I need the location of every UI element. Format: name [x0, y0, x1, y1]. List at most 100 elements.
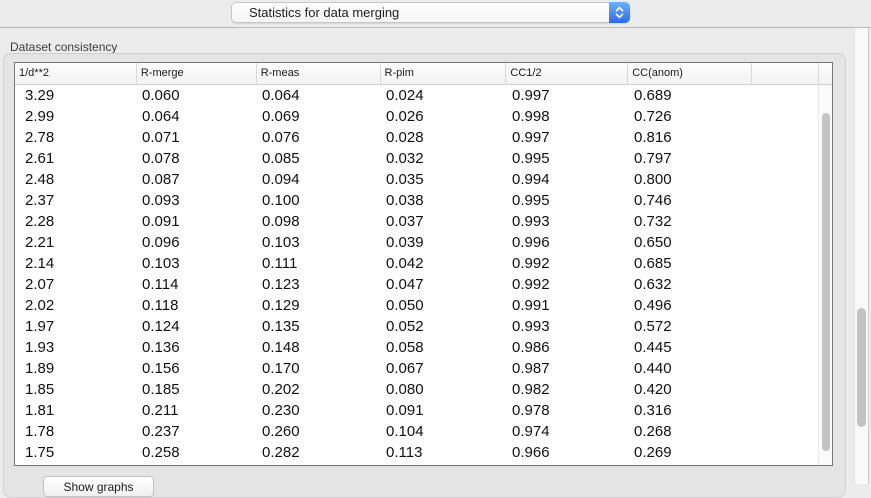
table-row[interactable]: 1.750.2580.2820.1130.9660.269	[15, 442, 818, 463]
table-row[interactable]: 2.610.0780.0850.0320.9950.797	[15, 148, 818, 169]
window-scrollbar-track[interactable]	[854, 28, 869, 484]
view-selector-dropdown[interactable]: Statistics for data merging	[231, 2, 630, 23]
table-cell: 0.047	[380, 274, 506, 295]
column-header[interactable]: CC1/2	[505, 63, 627, 85]
table-cell: 0.991	[506, 295, 628, 316]
table-cell: 0.978	[506, 400, 628, 421]
table-cell: 0.800	[628, 169, 752, 190]
table-cell: 0.995	[506, 148, 628, 169]
table-cell: 0.237	[136, 421, 256, 442]
table-cell: 2.07	[15, 274, 136, 295]
column-header[interactable]: R-merge	[136, 63, 256, 85]
table-cell: 2.61	[15, 148, 136, 169]
table-cell: 0.038	[380, 190, 506, 211]
table-row[interactable]: 1.890.1560.1700.0670.9870.440	[15, 358, 818, 379]
table-cell: 0.685	[628, 253, 752, 274]
table-cell: 0.258	[136, 442, 256, 463]
table-row[interactable]: 2.370.0930.1000.0380.9950.746	[15, 190, 818, 211]
table-cell: 0.094	[256, 169, 380, 190]
table-scrollbar-thumb[interactable]	[822, 113, 830, 451]
section-title: Dataset consistency	[10, 40, 117, 54]
table-row[interactable]: 1.850.1850.2020.0800.9820.420	[15, 379, 818, 400]
column-header[interactable]: 1/d**2	[15, 63, 136, 85]
table-row[interactable]: 2.280.0910.0980.0370.9930.732	[15, 211, 818, 232]
statistics-table: 1/d**2R-mergeR-measR-pimCC1/2CC(anom) 3.…	[14, 62, 833, 466]
table-cell: 0.170	[256, 358, 380, 379]
table-cell: 0.080	[380, 379, 506, 400]
table-cell: 0.230	[256, 400, 380, 421]
table-row[interactable]: 2.780.0710.0760.0280.9970.816	[15, 127, 818, 148]
table-cell: 0.123	[256, 274, 380, 295]
table-cell: 0.282	[256, 442, 380, 463]
table-cell: 0.997	[506, 85, 628, 106]
table-row[interactable]: 2.070.1140.1230.0470.9920.632	[15, 274, 818, 295]
table-cell: 1.81	[15, 400, 136, 421]
column-header[interactable]: CC(anom)	[627, 63, 751, 85]
table-cell: 0.071	[136, 127, 256, 148]
table-cell: 0.211	[136, 400, 256, 421]
table-cell: 0.992	[506, 274, 628, 295]
table-cell: 0.440	[628, 358, 752, 379]
table-cell: 0.024	[380, 85, 506, 106]
table-row[interactable]: 2.990.0640.0690.0260.9980.726	[15, 106, 818, 127]
table-cell: 0.987	[506, 358, 628, 379]
table-cell: 0.650	[628, 232, 752, 253]
table-row[interactable]: 2.140.1030.1110.0420.9920.685	[15, 253, 818, 274]
table-cell: 0.028	[380, 127, 506, 148]
table-cell: 0.067	[380, 358, 506, 379]
table-cell: 0.966	[506, 442, 628, 463]
table-cell: 2.14	[15, 253, 136, 274]
table-cell: 0.746	[628, 190, 752, 211]
table-row[interactable]: 2.020.1180.1290.0500.9910.496	[15, 295, 818, 316]
table-row[interactable]: 3.290.0600.0640.0240.9970.689	[15, 85, 818, 106]
table-cell: 0.797	[628, 148, 752, 169]
table-cell: 0.076	[256, 127, 380, 148]
table-row[interactable]: 1.780.2370.2600.1040.9740.268	[15, 421, 818, 442]
table-cell: 0.997	[506, 127, 628, 148]
table-row[interactable]: 1.970.1240.1350.0520.9930.572	[15, 316, 818, 337]
table-cell: 0.118	[136, 295, 256, 316]
table-row[interactable]: 1.930.1360.1480.0580.9860.445	[15, 337, 818, 358]
table-cell: 2.99	[15, 106, 136, 127]
toolbar: Statistics for data merging	[0, 0, 871, 28]
table-cell: 1.85	[15, 379, 136, 400]
table-row[interactable]: 2.480.0870.0940.0350.9940.800	[15, 169, 818, 190]
table-scrollbar-track[interactable]	[818, 85, 832, 465]
table-cell: 0.052	[380, 316, 506, 337]
table-cell: 0.816	[628, 127, 752, 148]
table-cell: 0.111	[256, 253, 380, 274]
table-cell: 0.268	[628, 421, 752, 442]
table-cell: 0.037	[380, 211, 506, 232]
table-row[interactable]: 1.810.2110.2300.0910.9780.316	[15, 400, 818, 421]
table-header: 1/d**2R-mergeR-measR-pimCC1/2CC(anom)	[15, 63, 832, 85]
table-row[interactable]: 2.210.0960.1030.0390.9960.650	[15, 232, 818, 253]
table-cell: 0.974	[506, 421, 628, 442]
table-cell: 0.032	[380, 148, 506, 169]
table-cell: 0.986	[506, 337, 628, 358]
table-cell: 0.260	[256, 421, 380, 442]
view-selector-value: Statistics for data merging	[249, 3, 399, 22]
show-graphs-button[interactable]: Show graphs	[43, 476, 154, 497]
column-header-spacer	[751, 63, 818, 85]
table-cell: 0.998	[506, 106, 628, 127]
table-cell: 0.185	[136, 379, 256, 400]
table-cell: 0.087	[136, 169, 256, 190]
table-cell: 1.75	[15, 442, 136, 463]
table-cell: 1.89	[15, 358, 136, 379]
table-cell: 0.103	[136, 253, 256, 274]
table-cell: 0.993	[506, 211, 628, 232]
table-cell: 0.098	[256, 211, 380, 232]
table-cell: 2.21	[15, 232, 136, 253]
column-header[interactable]: R-meas	[256, 63, 380, 85]
table-cell: 0.064	[136, 106, 256, 127]
table-cell: 0.050	[380, 295, 506, 316]
table-cell: 1.78	[15, 421, 136, 442]
table-cell: 0.993	[506, 316, 628, 337]
column-header[interactable]: R-pim	[380, 63, 506, 85]
window-scrollbar-thumb[interactable]	[857, 308, 866, 427]
table-cell: 1.93	[15, 337, 136, 358]
table-cell: 0.316	[628, 400, 752, 421]
chevron-up-down-icon	[609, 2, 630, 23]
table-cell: 0.085	[256, 148, 380, 169]
table-cell: 0.726	[628, 106, 752, 127]
